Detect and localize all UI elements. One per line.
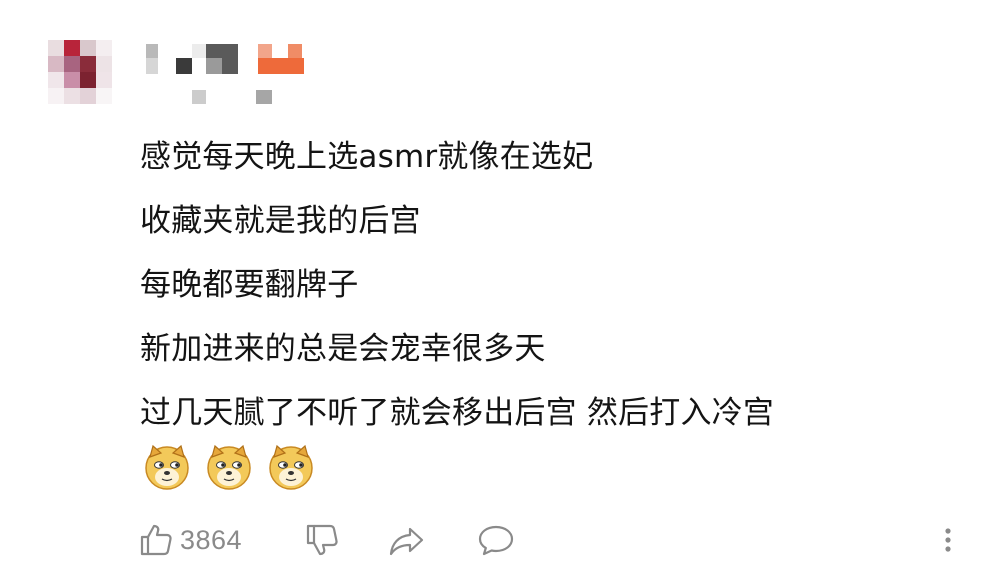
like-button[interactable]: 3864 xyxy=(138,515,242,565)
comment-line: 收藏夹就是我的后宫 xyxy=(140,203,421,239)
avatar[interactable] xyxy=(48,40,112,104)
more-button[interactable] xyxy=(938,515,958,565)
comment-line: 新加进来的总是会宠幸很多天 xyxy=(140,331,546,367)
emoji-row xyxy=(143,443,315,495)
action-bar: 3864 xyxy=(138,515,968,565)
more-vertical-icon xyxy=(945,528,951,552)
dislike-button[interactable] xyxy=(304,515,340,565)
comment-line: 感觉每天晚上选asmr就像在选妃 xyxy=(140,139,594,175)
share-button[interactable] xyxy=(388,515,426,565)
doge-emoji-icon xyxy=(207,444,251,490)
share-arrow-icon xyxy=(389,527,424,556)
comment-card: 感觉每天晚上选asmr就像在选妃 收藏夹就是我的后宫 每晚都要翻牌子 新加进来的… xyxy=(0,0,993,580)
comment-line: 过几天腻了不听了就会移出后宫 然后打入冷宫 xyxy=(140,395,775,431)
speech-bubble-icon xyxy=(478,525,514,556)
reply-button[interactable] xyxy=(476,515,516,565)
username[interactable] xyxy=(140,42,320,112)
doge-emoji-icon xyxy=(145,444,189,490)
comment-body: 感觉每天晚上选asmr就像在选妃 收藏夹就是我的后宫 每晚都要翻牌子 新加进来的… xyxy=(140,137,960,457)
comment-line: 每晚都要翻牌子 xyxy=(140,267,359,303)
thumbs-down-icon xyxy=(306,524,338,556)
thumbs-up-icon xyxy=(140,524,172,556)
like-count: 3864 xyxy=(180,524,243,555)
doge-emoji-icon xyxy=(269,444,313,490)
